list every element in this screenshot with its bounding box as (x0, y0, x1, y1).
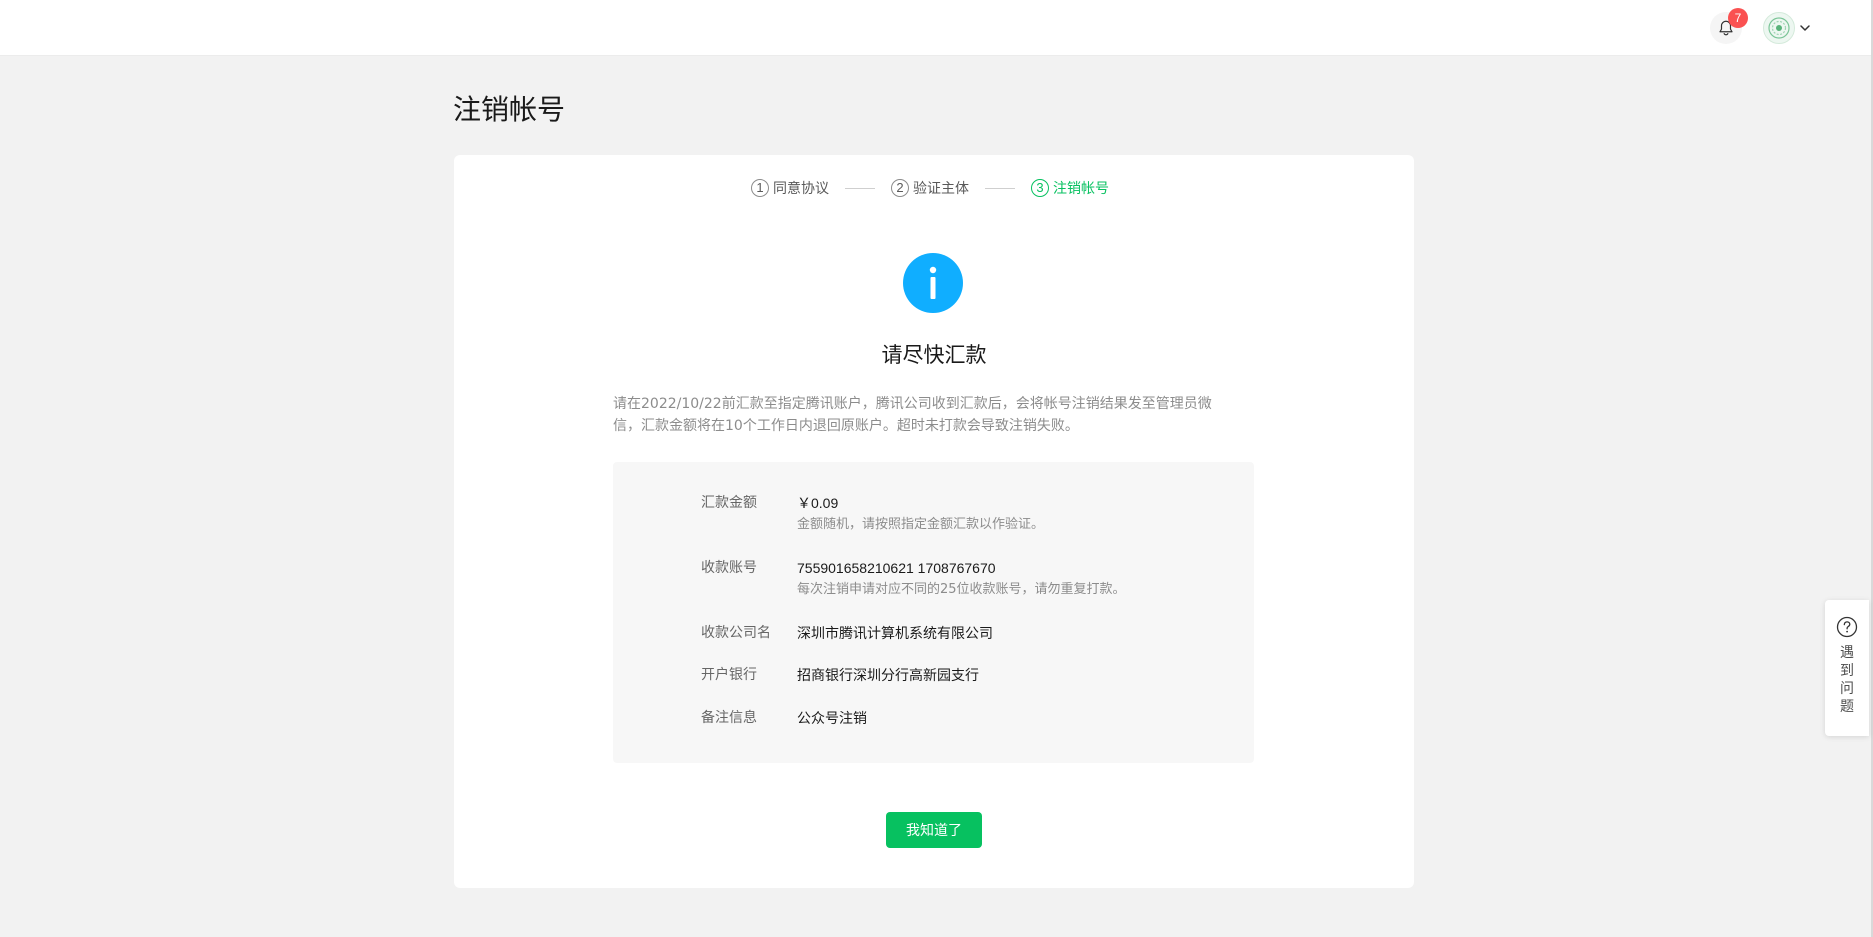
remittance-info-panel: 汇款金额 ￥0.09 金额随机，请按照指定金额汇款以作验证。 收款账号 7559… (613, 462, 1254, 763)
receiving-company-row: 收款公司名 深圳市腾讯计算机系统有限公司 (701, 622, 993, 644)
step-number: 2 (891, 179, 909, 197)
info-icon (903, 253, 963, 313)
memo-label: 备注信息 (701, 710, 757, 726)
step-divider (985, 187, 1015, 189)
step-label: 注销帐号 (1053, 181, 1109, 197)
step-cancel-account: 3 注销帐号 (1031, 178, 1109, 198)
help-float-button[interactable]: 遇到问题 (1825, 600, 1869, 736)
avatar-logo-icon (1768, 17, 1790, 39)
page-title: 注销帐号 (453, 93, 566, 126)
top-bar: 7 (0, 0, 1871, 56)
bank-value: 招商银行深圳分行高新园支行 (797, 667, 979, 683)
question-circle-icon (1836, 616, 1858, 638)
account-label: 收款账号 (701, 560, 757, 576)
bank-label: 开户银行 (701, 667, 757, 683)
remittance-amount-row: 汇款金额 ￥0.09 金额随机，请按照指定金额汇款以作验证。 (701, 492, 1044, 536)
notice-title: 请尽快汇款 (881, 343, 987, 367)
step-divider (845, 187, 875, 189)
step-label: 同意协议 (773, 181, 829, 197)
amount-value: ￥0.09 (797, 495, 839, 511)
receiving-account-row: 收款账号 755901658210621 1708767670 每次注销申请对应… (701, 557, 1126, 601)
company-value: 深圳市腾讯计算机系统有限公司 (797, 625, 993, 641)
step-agree-protocol: 1 同意协议 (751, 178, 829, 198)
step-number: 1 (751, 179, 769, 197)
notification-bell-button[interactable]: 7 (1710, 8, 1748, 44)
amount-label: 汇款金额 (701, 495, 757, 511)
step-number: 3 (1031, 179, 1049, 197)
account-avatar[interactable] (1763, 12, 1795, 44)
notification-count-badge: 7 (1728, 8, 1748, 28)
confirm-button[interactable]: 我知道了 (886, 812, 982, 848)
main-card: 1 同意协议 2 验证主体 3 注销帐号 请尽快汇款 请在2022/10/22前… (454, 155, 1414, 888)
memo-value: 公众号注销 (797, 710, 867, 726)
account-note: 每次注销申请对应不同的25位收款账号，请勿重复打款。 (797, 582, 1126, 597)
memo-row: 备注信息 公众号注销 (701, 707, 867, 729)
notice-description: 请在2022/10/22前汇款至指定腾讯账户，腾讯公司收到汇款后，会将帐号注销结… (613, 396, 1212, 434)
step-verify-entity: 2 验证主体 (891, 178, 969, 198)
chevron-down-icon[interactable] (1799, 22, 1811, 34)
bank-row: 开户银行 招商银行深圳分行高新园支行 (701, 664, 979, 686)
help-label: 遇到问题 (1840, 645, 1854, 715)
progress-steps: 1 同意协议 2 验证主体 3 注销帐号 (751, 177, 1109, 199)
amount-note: 金额随机，请按照指定金额汇款以作验证。 (797, 517, 1045, 532)
step-label: 验证主体 (913, 181, 969, 197)
company-label: 收款公司名 (701, 625, 771, 641)
account-value: 755901658210621 1708767670 (797, 560, 996, 576)
